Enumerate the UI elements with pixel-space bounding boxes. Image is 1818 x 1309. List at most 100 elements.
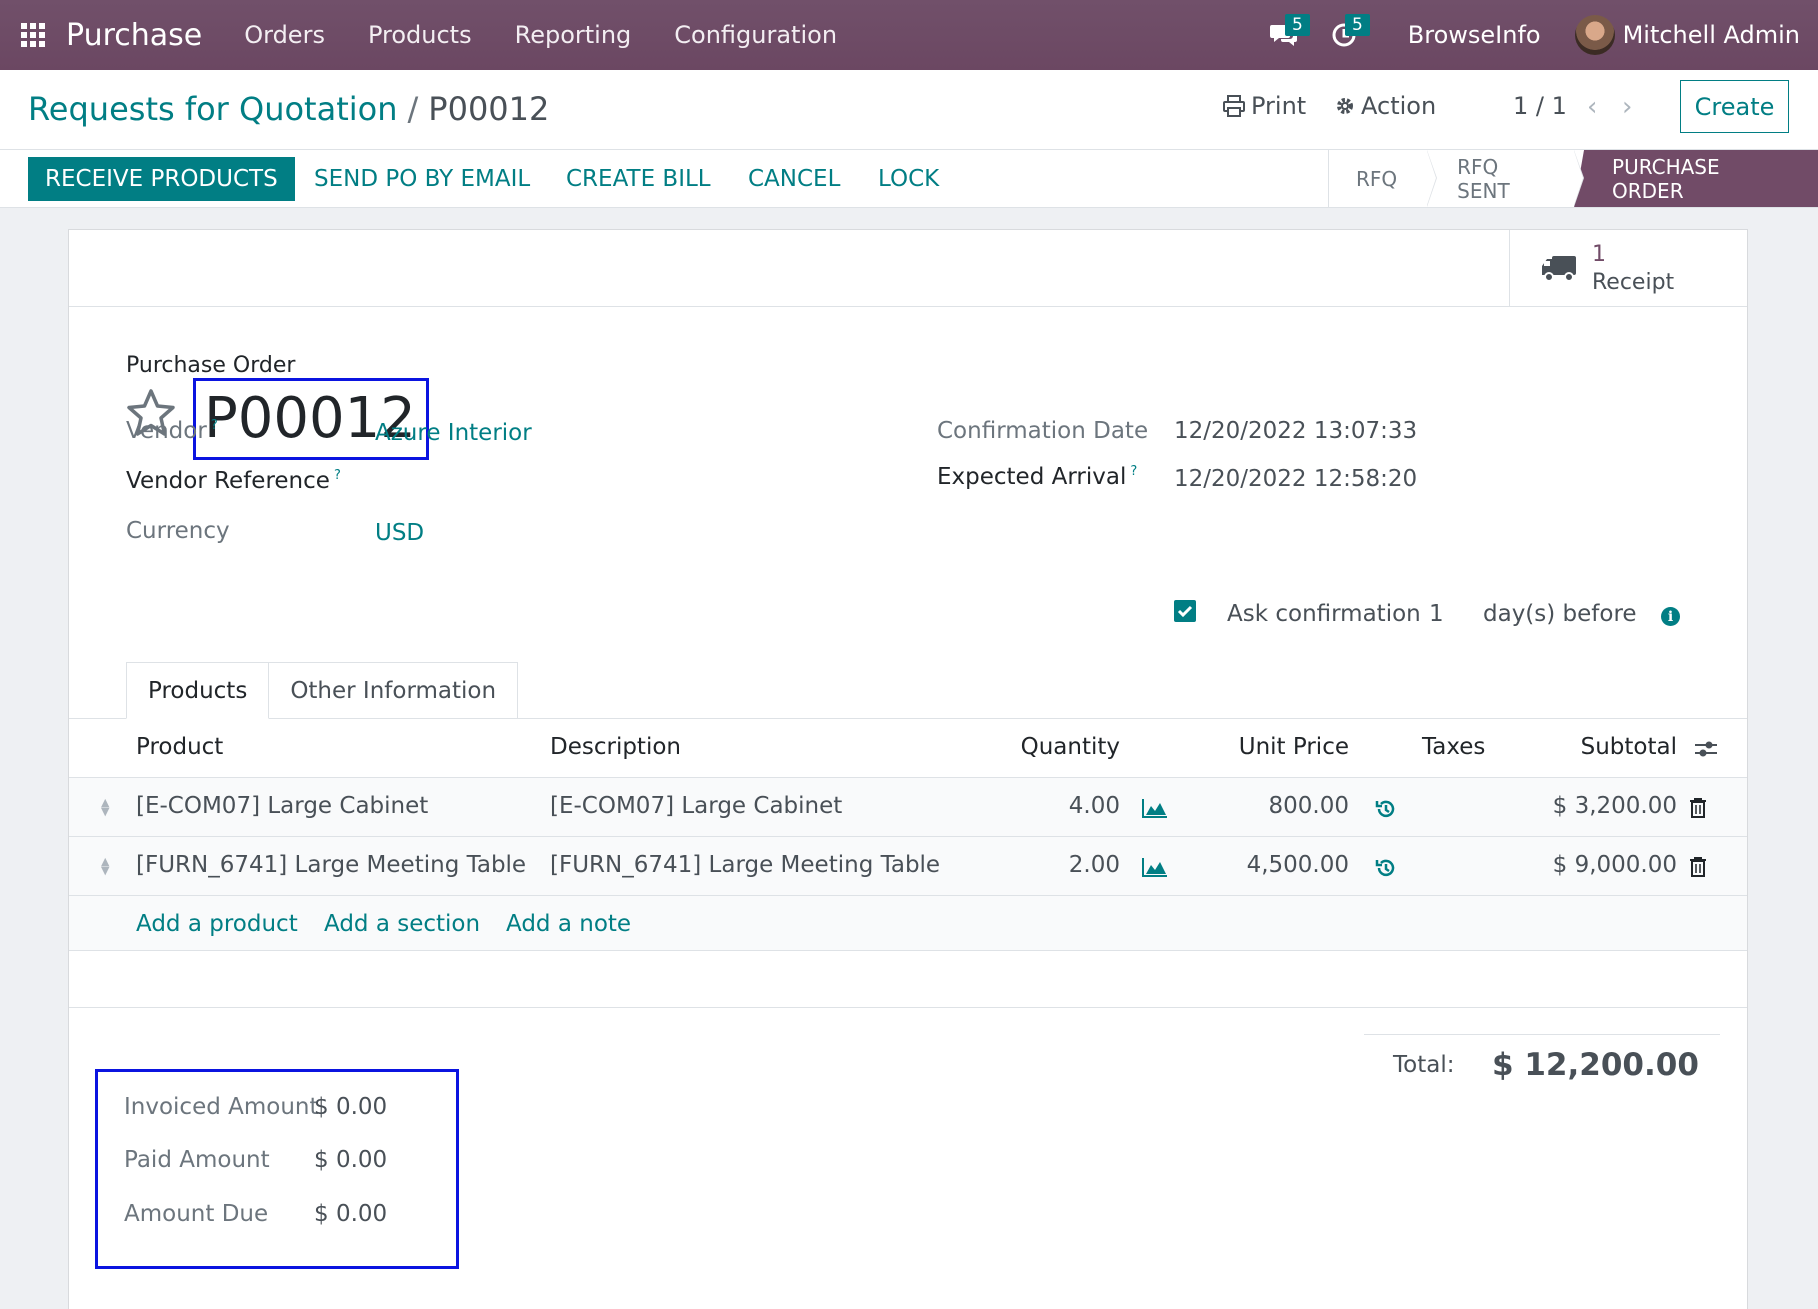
action-label: Action xyxy=(1361,92,1437,120)
tab-other-information[interactable]: Other Information xyxy=(269,662,519,719)
apps-menu-icon[interactable] xyxy=(0,0,66,70)
po-number-title: P00012 xyxy=(193,378,429,460)
header-quantity[interactable]: Quantity xyxy=(1021,734,1120,760)
top-navbar: Purchase Orders Products Reporting Confi… xyxy=(0,0,1818,70)
header-taxes[interactable]: Taxes xyxy=(1422,734,1485,760)
document-type-label: Purchase Order xyxy=(126,353,296,378)
header-description[interactable]: Description xyxy=(550,734,681,760)
confirmation-date-field[interactable]: 12/20/2022 13:07:33 xyxy=(1174,418,1417,444)
status-bar: RECEIVE PRODUCTS SEND PO BY EMAIL CREATE… xyxy=(0,150,1818,208)
row-unit-price[interactable]: 4,500.00 xyxy=(1247,852,1349,878)
header-unit-price[interactable]: Unit Price xyxy=(1239,734,1349,760)
stage-purchase-order[interactable]: PURCHASE ORDER xyxy=(1574,150,1818,207)
row-description[interactable]: [E-COM07] Large Cabinet xyxy=(550,793,842,819)
amount-due-label: Amount Due xyxy=(124,1201,269,1227)
create-button[interactable]: Create xyxy=(1680,80,1789,133)
menu-products[interactable]: Products xyxy=(368,21,472,49)
vendor-reference-label: Vendor Reference? xyxy=(126,468,341,494)
menu-orders[interactable]: Orders xyxy=(244,21,325,49)
optional-columns-icon[interactable] xyxy=(1694,739,1718,759)
expected-arrival-field[interactable]: 12/20/2022 12:58:20 xyxy=(1174,466,1417,492)
control-panel: Requests for Quotation / P00012 Print Acti… xyxy=(0,70,1818,150)
print-button[interactable]: Print xyxy=(1223,92,1306,120)
add-section-link[interactable]: Add a section xyxy=(324,911,480,937)
trash-icon[interactable] xyxy=(1689,856,1707,877)
create-bill-button[interactable]: CREATE BILL xyxy=(566,157,711,201)
breadcrumb: Requests for Quotation / P00012 xyxy=(28,90,549,128)
receive-products-button[interactable]: RECEIVE PRODUCTS xyxy=(28,157,295,201)
history-icon[interactable] xyxy=(1375,857,1397,879)
app-name[interactable]: Purchase xyxy=(66,18,202,53)
pager-next-icon[interactable]: › xyxy=(1622,92,1632,122)
drag-handle-icon[interactable]: ▲ ▼ xyxy=(101,797,109,817)
messages-count-badge: 5 xyxy=(1284,14,1310,36)
table-row[interactable]: ▲ ▼ [E-COM07] Large Cabinet [E-COM07] Lar… xyxy=(69,778,1747,837)
header-subtotal[interactable]: Subtotal xyxy=(1581,734,1677,760)
row-quantity[interactable]: 2.00 xyxy=(1069,852,1120,878)
ask-confirmation-label: Ask confirmation xyxy=(1227,601,1421,627)
stage-rfq-sent[interactable]: RFQ SENT xyxy=(1427,150,1584,207)
payment-summary-box: Invoiced Amount $ 0.00 Paid Amount $ 0.0… xyxy=(95,1069,459,1269)
receipt-count: 1 xyxy=(1592,241,1606,267)
drag-handle-icon[interactable]: ▲ ▼ xyxy=(101,856,109,876)
stage-rfq[interactable]: RFQ xyxy=(1329,150,1438,207)
ask-confirmation-checkbox[interactable] xyxy=(1174,600,1196,622)
send-po-by-email-button[interactable]: SEND PO BY EMAIL xyxy=(314,157,530,201)
print-label: Print xyxy=(1251,92,1307,120)
menu-reporting[interactable]: Reporting xyxy=(515,21,632,49)
row-unit-price[interactable]: 800.00 xyxy=(1269,793,1349,819)
paid-amount-label: Paid Amount xyxy=(124,1147,270,1173)
row-subtotal: $ 3,200.00 xyxy=(1552,793,1677,819)
paid-amount-value: $ 0.00 xyxy=(314,1147,388,1173)
ask-confirmation-days-field[interactable]: 1 xyxy=(1429,601,1444,627)
user-menu[interactable]: Mitchell Admin xyxy=(1623,21,1800,49)
menu-configuration[interactable]: Configuration xyxy=(674,21,837,49)
ask-confirmation-suffix: day(s) before xyxy=(1483,601,1637,627)
breadcrumb-parent-link[interactable]: Requests for Quotation xyxy=(28,90,398,128)
pager-value[interactable]: 1 / 1 xyxy=(1513,92,1567,120)
action-button[interactable]: Action xyxy=(1335,92,1436,120)
form-sheet: 1 Receipt Purchase Order P00012 Vendor? … xyxy=(68,229,1748,1309)
history-icon[interactable] xyxy=(1375,798,1397,820)
add-note-link[interactable]: Add a note xyxy=(506,911,631,937)
forecast-chart-icon[interactable] xyxy=(1142,857,1168,877)
total-value: $ 12,200.00 xyxy=(1492,1047,1699,1083)
total-divider xyxy=(1364,1034,1720,1035)
add-product-link[interactable]: Add a product xyxy=(136,911,298,937)
pager-previous-icon[interactable]: ‹ xyxy=(1587,92,1597,122)
row-product[interactable]: [FURN_6741] Large Meeting Table xyxy=(136,852,526,878)
company-switcher[interactable]: BrowseInfo xyxy=(1408,21,1541,49)
lock-button[interactable]: LOCK xyxy=(878,157,939,201)
activities-button[interactable]: 5 xyxy=(1314,0,1374,70)
table-row[interactable]: ▲ ▼ [FURN_6741] Large Meeting Table [FURN… xyxy=(69,837,1747,896)
print-icon xyxy=(1223,95,1245,117)
expected-arrival-help-icon[interactable]: ? xyxy=(1130,464,1137,479)
header-product[interactable]: Product xyxy=(136,734,223,760)
truck-icon xyxy=(1542,255,1576,282)
vendor-reference-field[interactable] xyxy=(375,468,675,496)
row-product[interactable]: [E-COM07] Large Cabinet xyxy=(136,793,428,819)
cancel-button[interactable]: CANCEL xyxy=(748,157,840,201)
receipt-smart-button[interactable]: 1 Receipt xyxy=(1509,230,1747,307)
vendor-reference-help-icon[interactable]: ? xyxy=(334,468,341,483)
breadcrumb-current: P00012 xyxy=(428,90,550,128)
vendor-label: Vendor? xyxy=(126,418,218,444)
row-description[interactable]: [FURN_6741] Large Meeting Table xyxy=(550,852,940,878)
amount-due-value: $ 0.00 xyxy=(314,1201,388,1227)
check-icon xyxy=(1177,605,1193,618)
invoiced-amount-label: Invoiced Amount xyxy=(124,1094,319,1120)
user-avatar[interactable] xyxy=(1574,15,1615,55)
forecast-chart-icon[interactable] xyxy=(1142,798,1168,818)
currency-field[interactable]: USD xyxy=(375,520,424,546)
trash-icon[interactable] xyxy=(1689,797,1707,818)
info-icon[interactable]: i xyxy=(1661,607,1680,626)
order-lines-table: Product Description Quantity Unit Price … xyxy=(69,719,1747,951)
table-header: Product Description Quantity Unit Price … xyxy=(69,719,1747,778)
vendor-help-icon[interactable]: ? xyxy=(211,418,218,433)
smart-button-box: 1 Receipt xyxy=(69,230,1747,307)
vendor-field[interactable]: Azure Interior xyxy=(375,420,532,446)
row-quantity[interactable]: 4.00 xyxy=(1069,793,1120,819)
messages-button[interactable]: 5 xyxy=(1254,0,1314,70)
tab-products[interactable]: Products xyxy=(126,662,270,719)
add-line-row: Add a product Add a section Add a note xyxy=(69,896,1747,951)
